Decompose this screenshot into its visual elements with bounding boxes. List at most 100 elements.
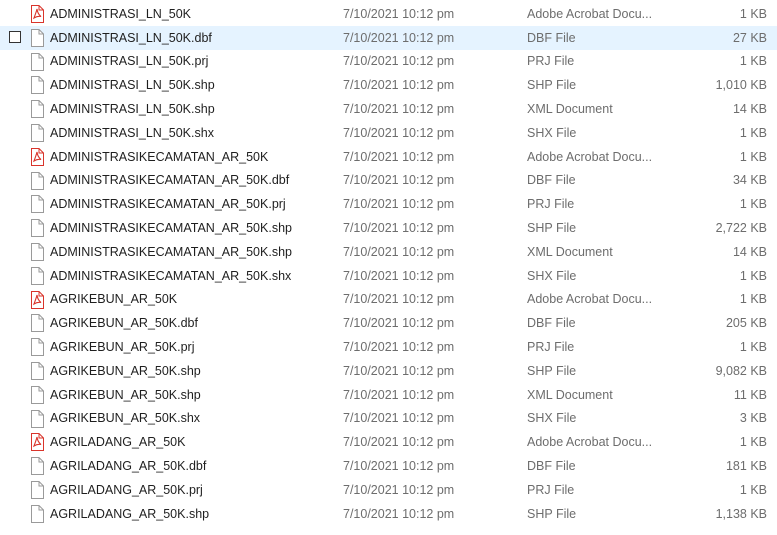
file-icon: [30, 76, 44, 95]
file-size: 205 KB: [725, 316, 767, 331]
file-icon: [30, 123, 44, 142]
file-row[interactable]: AGRIKEBUN_AR_50K 7/10/2021 10:12 pm Adobe …: [0, 288, 777, 312]
file-name: AGRILADANG_AR_50K.prj: [50, 482, 203, 497]
file-row[interactable]: AGRILADANG_AR_50K 7/10/2021 10:12 pm Adobe…: [0, 430, 777, 454]
file-icon: [30, 480, 44, 499]
file-list: ADMINISTRASI_LN_50K 7/10/2021 10:12 pm Ado…: [0, 0, 777, 526]
file-date-modified: 7/10/2021 10:12 pm: [343, 221, 455, 236]
file-size: 1 KB: [739, 149, 767, 164]
file-type: SHP File: [527, 506, 577, 521]
file-name: ADMINISTRASI_LN_50K.shx: [50, 125, 214, 140]
file-date-modified: 7/10/2021 10:12 pm: [343, 482, 455, 497]
file-row[interactable]: AGRIKEBUN_AR_50K.shp 7/10/2021 10:12 pm SH…: [0, 359, 777, 383]
file-size: 1 KB: [739, 268, 767, 283]
file-name: ADMINISTRASIKECAMATAN_AR_50K.shx: [50, 268, 292, 283]
file-row[interactable]: AGRILADANG_AR_50K.dbf 7/10/2021 10:12 pm D…: [0, 454, 777, 478]
file-date-modified: 7/10/2021 10:12 pm: [343, 197, 455, 212]
file-size: 11 KB: [733, 387, 767, 402]
file-icon: [30, 52, 44, 71]
file-row[interactable]: ADMINISTRASIKECAMATAN_AR_50K.shp 7/10/202…: [0, 240, 777, 264]
file-icon: [30, 504, 44, 523]
file-name: AGRILADANG_AR_50K.dbf: [50, 459, 207, 474]
file-row[interactable]: AGRIKEBUN_AR_50K.dbf 7/10/2021 10:12 pm DB…: [0, 311, 777, 335]
file-date-modified: 7/10/2021 10:12 pm: [343, 411, 455, 426]
file-row[interactable]: ADMINISTRASIKECAMATAN_AR_50K 7/10/2021 10…: [0, 145, 777, 169]
pdf-icon: [30, 433, 44, 452]
file-size: 34 KB: [732, 173, 767, 188]
file-type: XML Document: [527, 244, 613, 259]
file-date-modified: 7/10/2021 10:12 pm: [343, 173, 455, 188]
file-type: SHP File: [527, 363, 577, 378]
file-row[interactable]: ADMINISTRASI_LN_50K.shp 7/10/2021 10:12 p…: [0, 73, 777, 97]
file-type: PRJ File: [527, 340, 575, 355]
file-size: 1 KB: [739, 54, 767, 69]
file-name: AGRIKEBUN_AR_50K.prj: [50, 340, 195, 355]
file-type: PRJ File: [527, 54, 575, 69]
file-date-modified: 7/10/2021 10:12 pm: [343, 459, 455, 474]
file-name: AGRIKEBUN_AR_50K.shp: [50, 387, 201, 402]
file-row[interactable]: ADMINISTRASI_LN_50K 7/10/2021 10:12 pm Ado…: [0, 2, 777, 26]
file-size: 1 KB: [739, 482, 767, 497]
file-size: 1 KB: [739, 340, 767, 355]
file-row[interactable]: ADMINISTRASIKECAMATAN_AR_50K.prj 7/10/202…: [0, 192, 777, 216]
file-row[interactable]: ADMINISTRASI_LN_50K.prj 7/10/2021 10:12 p…: [0, 50, 777, 74]
file-date-modified: 7/10/2021 10:12 pm: [343, 149, 455, 164]
file-size: 14 KB: [732, 244, 767, 259]
file-type: DBF File: [527, 459, 576, 474]
file-type: SHX File: [527, 411, 577, 426]
pdf-icon: [30, 5, 44, 23]
file-date-modified: 7/10/2021 10:12 pm: [343, 268, 455, 283]
file-icon: [30, 385, 44, 404]
file-row[interactable]: ADMINISTRASIKECAMATAN_AR_50K.shx 7/10/202…: [0, 264, 777, 288]
file-date-modified: 7/10/2021 10:12 pm: [343, 30, 455, 45]
file-type: DBF File: [527, 173, 576, 188]
file-name: ADMINISTRASIKECAMATAN_AR_50K.prj: [50, 197, 286, 212]
file-name: AGRIKEBUN_AR_50K.shp: [50, 363, 201, 378]
row-checkbox[interactable]: [9, 30, 21, 43]
file-icon: [30, 28, 44, 47]
file-date-modified: 7/10/2021 10:12 pm: [343, 102, 455, 117]
file-date-modified: 7/10/2021 10:12 pm: [343, 78, 455, 93]
file-type: Adobe Acrobat Docu...: [527, 149, 653, 164]
file-type: SHP File: [527, 221, 577, 236]
file-size: 2,722 KB: [715, 221, 767, 236]
file-row[interactable]: AGRIKEBUN_AR_50K.shx 7/10/2021 10:12 pm SH…: [0, 407, 777, 431]
file-type: SHP File: [527, 78, 577, 93]
file-row[interactable]: ADMINISTRASI_LN_50K.shp 7/10/2021 10:12 p…: [0, 97, 777, 121]
file-row[interactable]: ADMINISTRASI_LN_50K.shx 7/10/2021 10:12 p…: [0, 121, 777, 145]
file-name: ADMINISTRASIKECAMATAN_AR_50K.shp: [50, 221, 292, 236]
file-type: SHX File: [527, 268, 577, 283]
file-row[interactable]: AGRILADANG_AR_50K.shp 7/10/2021 10:12 pm S…: [0, 502, 777, 526]
file-size: 1 KB: [739, 292, 767, 307]
file-name: AGRIKEBUN_AR_50K.dbf: [50, 316, 198, 331]
pdf-icon: [30, 290, 44, 309]
file-date-modified: 7/10/2021 10:12 pm: [343, 125, 455, 140]
file-name: ADMINISTRASI_LN_50K.prj: [50, 54, 209, 69]
file-icon: [30, 361, 44, 380]
file-size: 27 KB: [732, 30, 767, 45]
file-date-modified: 7/10/2021 10:12 pm: [343, 340, 455, 355]
file-name: ADMINISTRASIKECAMATAN_AR_50K.dbf: [50, 173, 290, 188]
file-icon: [30, 409, 44, 428]
file-name: ADMINISTRASI_LN_50K.shp: [50, 102, 215, 117]
file-row[interactable]: AGRIKEBUN_AR_50K.prj 7/10/2021 10:12 pm PR…: [0, 335, 777, 359]
file-date-modified: 7/10/2021 10:12 pm: [343, 54, 455, 69]
file-type: DBF File: [527, 316, 576, 331]
file-name: AGRIKEBUN_AR_50K.shx: [50, 411, 201, 426]
file-date-modified: 7/10/2021 10:12 pm: [343, 435, 455, 450]
file-date-modified: 7/10/2021 10:12 pm: [343, 316, 455, 331]
file-row[interactable]: ADMINISTRASI_LN_50K.dbf 7/10/2021 10:12 p…: [0, 25, 777, 50]
file-row[interactable]: ADMINISTRASIKECAMATAN_AR_50K.dbf 7/10/202…: [0, 169, 777, 193]
file-size: 1 KB: [739, 197, 767, 212]
file-name: AGRILADANG_AR_50K: [50, 435, 186, 450]
file-icon: [30, 266, 44, 285]
file-date-modified: 7/10/2021 10:12 pm: [343, 387, 455, 402]
file-name: ADMINISTRASIKECAMATAN_AR_50K: [50, 149, 269, 164]
file-row[interactable]: ADMINISTRASIKECAMATAN_AR_50K.shp 7/10/202…: [0, 216, 777, 240]
file-size: 14 KB: [732, 102, 767, 117]
file-size: 1 KB: [739, 125, 767, 140]
file-row[interactable]: AGRIKEBUN_AR_50K.shp 7/10/2021 10:12 pm XM…: [0, 383, 777, 407]
file-icon: [30, 242, 44, 261]
file-size: 3 KB: [739, 411, 767, 426]
file-row[interactable]: AGRILADANG_AR_50K.prj 7/10/2021 10:12 pm P…: [0, 478, 777, 502]
